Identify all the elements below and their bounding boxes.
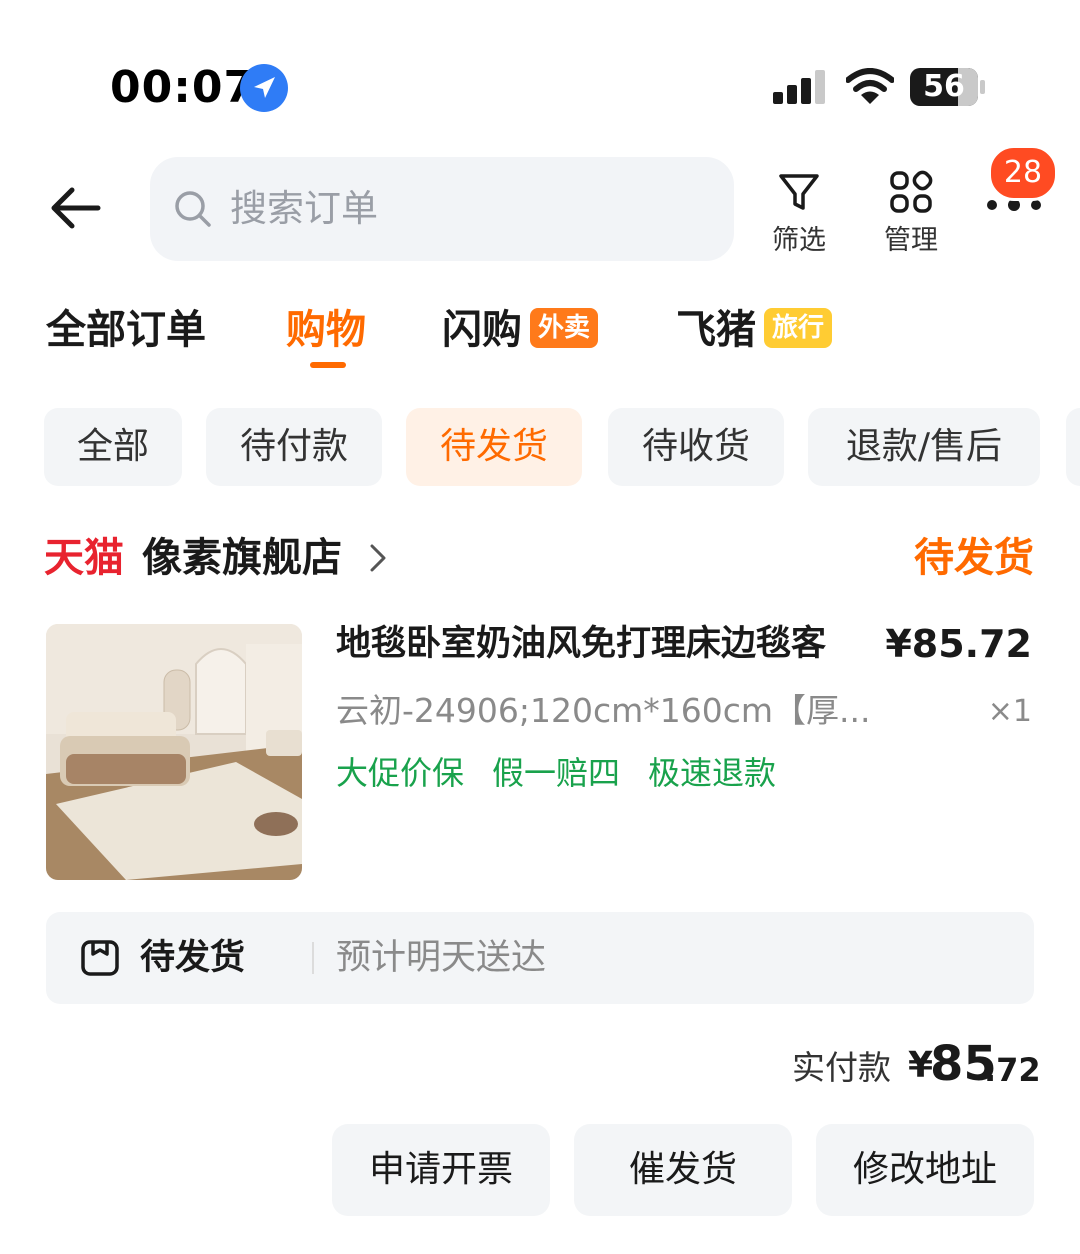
chip-refund-after-sale[interactable]: 退款/售后 bbox=[808, 408, 1040, 486]
chip-all[interactable]: 全部 bbox=[44, 408, 182, 486]
product-quantity: ×1 bbox=[987, 694, 1032, 729]
paid-amount-decimal: .72 bbox=[984, 1051, 1041, 1089]
location-arrow-icon bbox=[240, 64, 288, 112]
chip-pending-receipt[interactable]: 待收货 bbox=[608, 408, 784, 486]
search-icon bbox=[175, 191, 211, 227]
battery-level: 56 bbox=[923, 69, 965, 104]
grid-icon bbox=[890, 170, 933, 213]
tab-fliggy[interactable]: 飞猪 旅行 bbox=[676, 302, 833, 358]
back-arrow-icon[interactable] bbox=[48, 184, 102, 232]
delivery-estimate: 预计明天送达 bbox=[336, 938, 547, 978]
takeout-tag: 外卖 bbox=[530, 308, 599, 348]
filter-button[interactable]: 筛选 bbox=[754, 168, 844, 257]
manage-button[interactable]: 管理 bbox=[866, 168, 956, 257]
paid-label: 实付款 bbox=[792, 1048, 891, 1087]
product-sku: 云初-24906;120cm*160cm【厚... bbox=[336, 691, 871, 730]
search-placeholder: 搜索订单 bbox=[230, 187, 378, 230]
tmall-logo: 天猫 bbox=[44, 535, 124, 581]
tab-label: 全部订单 bbox=[46, 307, 206, 353]
order-status: 待发货 bbox=[914, 535, 1034, 581]
shipping-status: 待发货 bbox=[140, 938, 246, 978]
funnel-icon bbox=[779, 174, 819, 210]
tab-shopping[interactable]: 购物 bbox=[286, 302, 366, 358]
chip-overflow[interactable] bbox=[1066, 408, 1080, 486]
battery-icon: 56 bbox=[910, 68, 986, 106]
tab-label: 闪购 bbox=[442, 307, 522, 353]
service-tag-fast-refund: 极速退款 bbox=[648, 754, 777, 792]
product-title[interactable]: 地毯卧室奶油风免打理床边毯客 bbox=[336, 620, 876, 668]
tab-label: 购物 bbox=[286, 307, 366, 353]
tab-label: 飞猪 bbox=[676, 307, 756, 353]
service-tag-price-protect: 大促价保 bbox=[336, 754, 465, 792]
tab-flash-buy[interactable]: 闪购 外卖 bbox=[442, 302, 599, 358]
status-time: 00:07 bbox=[110, 62, 256, 113]
travel-tag: 旅行 bbox=[764, 308, 833, 348]
tab-all-orders[interactable]: 全部订单 bbox=[46, 302, 206, 358]
cellular-signal-icon bbox=[773, 70, 825, 104]
product-image[interactable] bbox=[46, 624, 302, 880]
wifi-icon bbox=[846, 68, 894, 104]
search-input[interactable]: 搜索订单 bbox=[150, 157, 734, 261]
divider bbox=[312, 942, 314, 974]
chip-pending-shipment[interactable]: 待发货 bbox=[406, 408, 582, 486]
active-tab-indicator bbox=[310, 362, 346, 368]
chevron-right-icon[interactable] bbox=[366, 540, 390, 576]
notification-badge: 28 bbox=[988, 145, 1058, 201]
shipping-status-bar[interactable]: 待发货 预计明天送达 bbox=[46, 912, 1034, 1004]
urge-shipment-button[interactable]: 催发货 bbox=[574, 1124, 792, 1216]
shop-name[interactable]: 像素旗舰店 bbox=[142, 530, 342, 586]
filter-label: 筛选 bbox=[772, 225, 826, 256]
modify-address-button[interactable]: 修改地址 bbox=[816, 1124, 1034, 1216]
manage-label: 管理 bbox=[884, 225, 938, 256]
service-tag-fake-compensation: 假一赔四 bbox=[492, 754, 621, 792]
product-price: ¥85.72 bbox=[885, 622, 1032, 666]
chip-pending-payment[interactable]: 待付款 bbox=[206, 408, 382, 486]
package-icon bbox=[81, 940, 119, 976]
request-invoice-button[interactable]: 申请开票 bbox=[332, 1124, 550, 1216]
